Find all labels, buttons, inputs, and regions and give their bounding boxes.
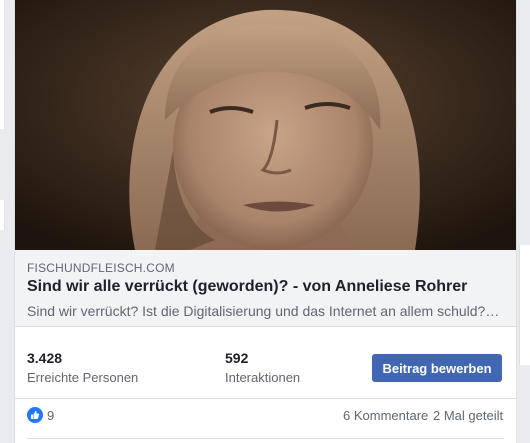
promote-post-button[interactable]: Beitrag bewerben [372,354,502,382]
like-count[interactable]: 9 [47,408,54,423]
actions-divider [27,438,504,439]
post-card: FISCHUNDFLEISCH.COM Sind wir alle verrüc… [14,0,517,443]
reach-value: 3.428 [27,350,63,366]
comments-count[interactable]: 6 Kommentare [343,408,428,423]
thumbs-up-icon[interactable] [27,407,43,423]
right-neighbor-card [519,245,530,365]
post-image[interactable] [15,0,516,250]
link-description: Sind wir verrückt? Ist die Digitalisieru… [27,303,503,319]
post-insights: 3.428 Erreichte Personen 592 Interaktion… [15,340,516,399]
reach-label: Erreichte Personen [27,370,139,385]
engagement-label: Interaktionen [225,370,301,385]
shares-count[interactable]: 2 Mal geteilt [433,408,503,423]
link-title[interactable]: Sind wir alle verrückt (geworden)? - von… [27,278,467,296]
portrait-illustration [15,0,516,250]
link-domain: FISCHUNDFLEISCH.COM [27,261,175,275]
left-neighbor-card-2 [0,200,5,230]
engagement-value: 592 [225,350,249,366]
right-background [516,0,530,443]
reach-stat: 3.428 Erreichte Personen [27,350,138,385]
reactions-bar: 9 6 Kommentare 2 Mal geteilt [15,398,516,434]
left-neighbor-card [0,0,5,129]
engagement-stat: 592 Interaktionen [225,350,300,385]
link-preview[interactable]: FISCHUNDFLEISCH.COM Sind wir alle verrüc… [15,250,516,327]
